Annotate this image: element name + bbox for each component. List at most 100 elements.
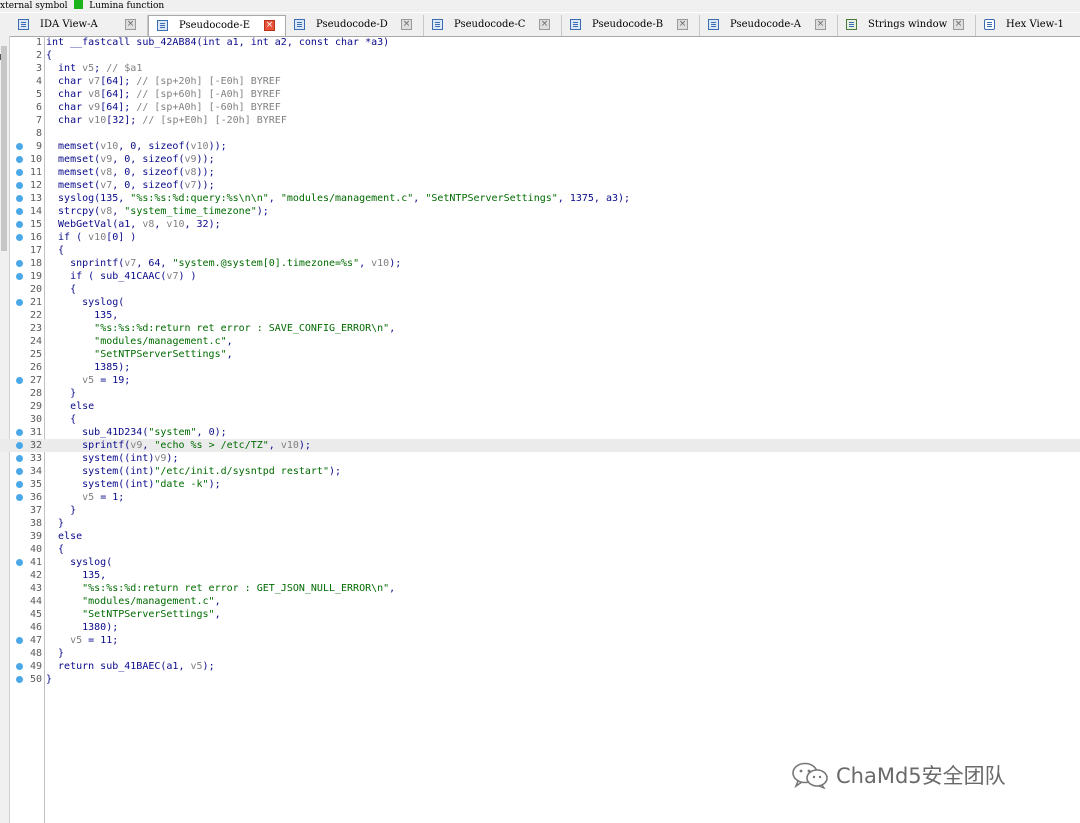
code-text: strcpy(v8, "system_time_timezone"); (46, 206, 269, 217)
code-line[interactable]: 37 } (0, 504, 1080, 517)
code-line[interactable]: 5 char v8[64]; // [sp+60h] [-A0h] BYREF (0, 88, 1080, 101)
code-line[interactable]: 20 { (0, 283, 1080, 296)
code-line[interactable]: 30 { (0, 413, 1080, 426)
code-line[interactable]: 19 if ( sub_41CAAC(v7) ) (0, 270, 1080, 283)
code-line[interactable]: 25 "SetNTPServerSettings", (0, 348, 1080, 361)
code-text: snprintf(v7, 64, "system.@system[0].time… (46, 258, 402, 269)
code-text: { (46, 284, 77, 295)
code-line[interactable]: 41 syslog( (0, 556, 1080, 569)
line-number: 29 (29, 401, 42, 412)
tab-pseudocode-e[interactable]: Pseudocode-E × (148, 15, 286, 36)
code-line[interactable]: 3 int v5; // $a1 (0, 62, 1080, 75)
code-line[interactable]: 15 WebGetVal(a1, v8, v10, 32); (0, 218, 1080, 231)
code-line[interactable]: 4 char v7[64]; // [sp+20h] [-E0h] BYREF (0, 75, 1080, 88)
code-line[interactable]: 26 1385); (0, 361, 1080, 374)
code-line[interactable]: 10 memset(v9, 0, sizeof(v9)); (0, 153, 1080, 166)
code-line[interactable]: 16 if ( v10[0] ) (0, 231, 1080, 244)
code-line[interactable]: 33 system((int)v9); (0, 452, 1080, 465)
close-icon[interactable]: × (264, 20, 275, 31)
code-line[interactable]: 1 int __fastcall sub_42AB84(int a1, int a… (0, 36, 1080, 49)
line-number: 30 (29, 414, 42, 425)
code-line[interactable]: 22 135, (0, 309, 1080, 322)
code-line[interactable]: 39 else (0, 530, 1080, 543)
code-line[interactable]: 23 "%s:%s:%d:return ret error : SAVE_CON… (0, 322, 1080, 335)
pseudocode-icon (708, 19, 719, 30)
tab-pseudocode-a[interactable]: Pseudocode-A × (700, 15, 838, 36)
code-text: return sub_41BAEC(a1, v5); (46, 661, 215, 672)
code-text: 135, (46, 310, 119, 321)
line-number: 50 (29, 674, 42, 685)
tab-pseudocode-b[interactable]: Pseudocode-B × (562, 15, 700, 36)
code-line[interactable]: 40 { (0, 543, 1080, 556)
close-icon[interactable]: × (125, 19, 136, 30)
line-number: 6 (35, 102, 42, 113)
line-number: 21 (29, 297, 42, 308)
code-text: char v9[64]; // [sp+A0h] [-60h] BYREF (46, 102, 281, 113)
close-icon[interactable]: × (953, 19, 964, 30)
code-text: v5 = 11; (70, 635, 119, 646)
line-number: 7 (35, 115, 42, 126)
code-line[interactable]: 29 else (0, 400, 1080, 413)
code-line[interactable]: 38 } (0, 517, 1080, 530)
close-icon[interactable]: × (677, 19, 688, 30)
code-text: memset(v9, 0, sizeof(v9)); (46, 154, 215, 165)
tab-pseudocode-d[interactable]: Pseudocode-D × (286, 15, 424, 36)
code-line[interactable]: 14 strcpy(v8, "system_time_timezone"); (0, 205, 1080, 218)
close-icon[interactable]: × (539, 19, 550, 30)
code-text: memset(v10, 0, sizeof(v10)); (46, 141, 227, 152)
code-line[interactable]: 11 memset(v8, 0, sizeof(v8)); (0, 166, 1080, 179)
code-line[interactable]: 34 system((int)"/etc/init.d/sysntpd rest… (0, 465, 1080, 478)
code-line[interactable]: 6 char v9[64]; // [sp+A0h] [-60h] BYREF (0, 101, 1080, 114)
code-line[interactable]: 18 snprintf(v7, 64, "system.@system[0].t… (0, 257, 1080, 270)
line-number: 3 (35, 63, 42, 74)
code-text: sub_41D234("system", 0); (46, 427, 227, 438)
code-line[interactable]: 43 "%s:%s:%d:return ret error : GET_JSON… (0, 582, 1080, 595)
line-number: 46 (29, 622, 42, 633)
code-text: "modules/management.c", (82, 596, 221, 607)
code-line[interactable]: 28 } (0, 387, 1080, 400)
code-line[interactable]: 13 syslog(135, "%s:%s:%d:query:%s\n\n", … (0, 192, 1080, 205)
code-line[interactable]: 31 sub_41D234("system", 0); (0, 426, 1080, 439)
tab-ida-view-a[interactable]: IDA View-A × (10, 15, 148, 36)
line-number: 27 (29, 375, 42, 386)
line-number: 16 (29, 232, 42, 243)
code-line[interactable]: 46 1380); (0, 621, 1080, 634)
code-line[interactable]: 36 v5 = 1; (0, 491, 1080, 504)
line-number: 35 (29, 479, 42, 490)
code-line[interactable]: 49 return sub_41BAEC(a1, v5); (0, 660, 1080, 673)
line-number: 18 (29, 258, 42, 269)
code-text: } (46, 388, 77, 399)
close-icon[interactable]: × (815, 19, 826, 30)
code-text: { (46, 245, 65, 256)
line-number: 8 (35, 128, 42, 139)
code-line[interactable]: 45 "SetNTPServerSettings", (0, 608, 1080, 621)
code-line[interactable]: 17 { (0, 244, 1080, 257)
close-icon[interactable]: × (401, 19, 412, 30)
line-number: 12 (29, 180, 42, 191)
code-line[interactable]: 44 "modules/management.c", (0, 595, 1080, 608)
code-line[interactable]: 50} (0, 673, 1080, 686)
code-line[interactable]: 27 v5 = 19; (0, 374, 1080, 387)
code-line[interactable]: 2{ (0, 49, 1080, 62)
code-text: 1380); (46, 622, 119, 633)
tab-hex-view-1[interactable]: Hex View-1 (976, 15, 1080, 36)
tab-strings-window[interactable]: Strings window × (838, 15, 976, 36)
code-line[interactable]: 12 memset(v7, 0, sizeof(v7)); (0, 179, 1080, 192)
code-line[interactable]: 42 135, (0, 569, 1080, 582)
code-line[interactable]: 7 char v10[32]; // [sp+E0h] [-20h] BYREF (0, 114, 1080, 127)
ida-view-icon (18, 19, 29, 30)
code-text: "SetNTPServerSettings", (94, 349, 233, 360)
code-line[interactable]: 32 sprintf(v9, "echo %s > /etc/TZ", v10)… (0, 439, 1080, 452)
code-line[interactable]: 21 syslog( (0, 296, 1080, 309)
code-line[interactable]: 35 system((int)"date -k"); (0, 478, 1080, 491)
code-text: if ( v10[0] ) (46, 232, 137, 243)
code-line[interactable]: 48 } (0, 647, 1080, 660)
code-line[interactable]: 8 (0, 127, 1080, 140)
code-text: "%s:%s:%d:return ret error : SAVE_CONFIG… (94, 323, 396, 334)
code-line[interactable]: 9 memset(v10, 0, sizeof(v10)); (0, 140, 1080, 153)
code-text: memset(v8, 0, sizeof(v8)); (46, 167, 215, 178)
tab-pseudocode-c[interactable]: Pseudocode-C × (424, 15, 562, 36)
code-line[interactable]: 47 v5 = 11; (0, 634, 1080, 647)
code-line[interactable]: 24 "modules/management.c", (0, 335, 1080, 348)
line-number: 42 (29, 570, 42, 581)
